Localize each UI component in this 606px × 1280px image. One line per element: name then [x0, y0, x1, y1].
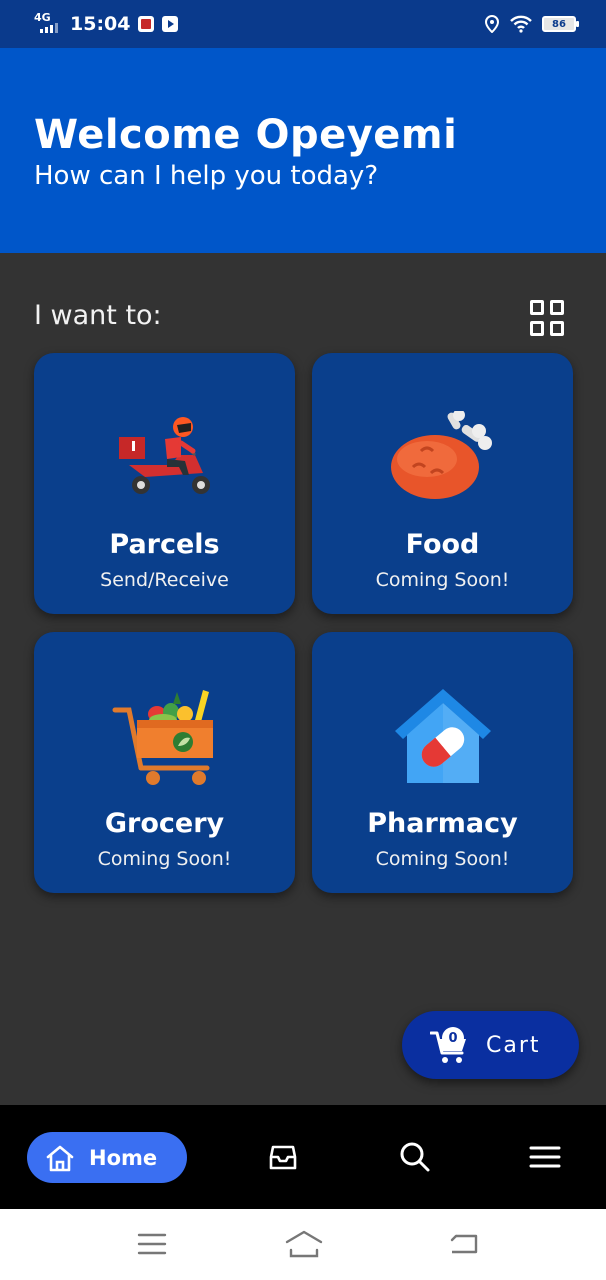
- status-bar: 4G 15:04 86: [0, 0, 606, 48]
- card-subtitle: Coming Soon!: [375, 848, 510, 870]
- status-time: 15:04: [70, 13, 131, 35]
- card-title: Pharmacy: [367, 808, 518, 839]
- location-icon: [484, 15, 500, 33]
- service-card-food[interactable]: Food Coming Soon!: [312, 353, 573, 614]
- nav-home-label: Home: [89, 1145, 158, 1170]
- cart-button[interactable]: 0 Cart: [402, 1011, 579, 1079]
- scooter-delivery-icon: [118, 417, 210, 494]
- card-subtitle: Coming Soon!: [375, 569, 510, 591]
- battery-icon: 86: [542, 16, 579, 32]
- network-type: 4G: [34, 11, 51, 24]
- service-card-parcels[interactable]: Parcels Send/Receive: [34, 353, 295, 614]
- service-card-pharmacy[interactable]: Pharmacy Coming Soon!: [312, 632, 573, 893]
- grocery-cart-icon: [112, 690, 213, 785]
- battery-level: 86: [552, 18, 566, 30]
- system-home-icon[interactable]: [284, 1229, 324, 1259]
- grid-view-icon[interactable]: [530, 300, 566, 336]
- section-title: I want to:: [34, 300, 162, 331]
- service-card-grocery[interactable]: Grocery Coming Soon!: [34, 632, 295, 893]
- welcome-title: Welcome Opeyemi: [34, 112, 458, 158]
- card-subtitle: Send/Receive: [100, 569, 229, 591]
- back-icon[interactable]: [446, 1229, 480, 1259]
- youtube-icon: [162, 16, 179, 32]
- cart-count-badge: 0: [442, 1027, 464, 1049]
- card-title: Grocery: [104, 808, 225, 839]
- home-icon: [46, 1145, 74, 1171]
- welcome-header: Welcome Opeyemi How can I help you today…: [0, 48, 606, 253]
- card-subtitle: Coming Soon!: [97, 848, 232, 870]
- chicken-drumstick-icon: [390, 411, 492, 499]
- wifi-icon: [510, 15, 532, 33]
- menu-icon[interactable]: [528, 1140, 562, 1174]
- cart-icon: 0: [430, 1027, 470, 1063]
- pharmacy-house-icon: [394, 689, 491, 783]
- cart-label: Cart: [486, 1032, 541, 1058]
- bottom-navigation: Home: [0, 1105, 606, 1209]
- welcome-subtitle: How can I help you today?: [34, 161, 379, 191]
- search-icon[interactable]: [398, 1140, 432, 1174]
- recents-icon[interactable]: [135, 1229, 169, 1259]
- system-navigation-bar: [0, 1209, 606, 1280]
- signal-icon: 4G: [34, 11, 60, 35]
- card-title: Parcels: [109, 529, 220, 560]
- inbox-icon[interactable]: [266, 1140, 300, 1174]
- card-title: Food: [405, 529, 480, 560]
- message-icon: [138, 16, 155, 32]
- nav-home-tab[interactable]: Home: [27, 1132, 187, 1183]
